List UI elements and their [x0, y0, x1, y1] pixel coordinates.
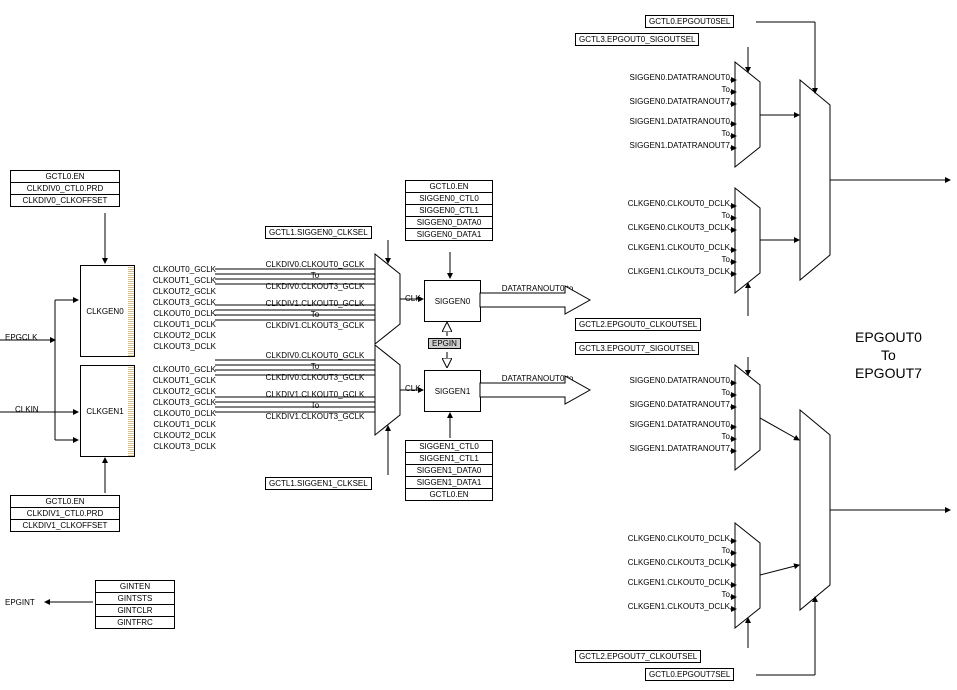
wires	[0, 0, 957, 690]
